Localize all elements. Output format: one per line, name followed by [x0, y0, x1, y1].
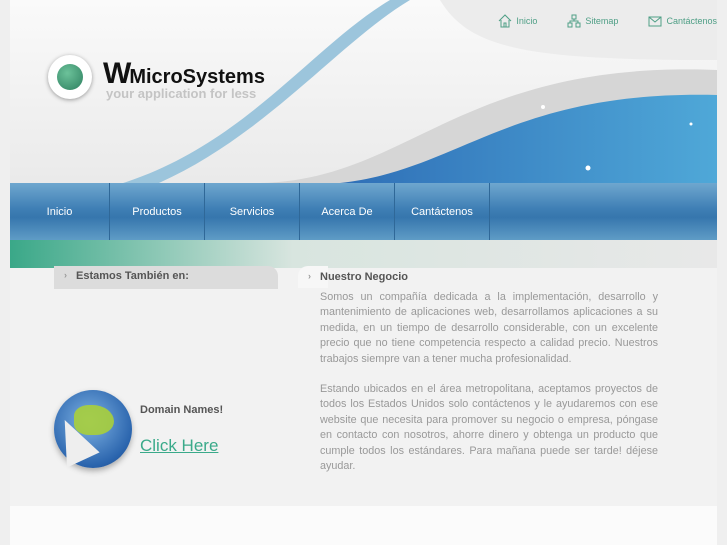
main-content: › Nuestro Negocio Somos un compañía dedic…: [298, 266, 658, 474]
nav-contactenos[interactable]: Cantáctenos: [395, 183, 490, 240]
decorative-band: [10, 240, 717, 268]
home-icon: [499, 14, 512, 28]
logo-tagline: your application for less: [106, 86, 257, 101]
footer: [10, 506, 717, 545]
chevron-right-icon: ›: [64, 270, 67, 280]
top-link-contact[interactable]: Cantáctenos: [648, 14, 717, 28]
top-links: Inicio Sitemap Cantáctenos: [498, 14, 717, 28]
top-link-label: Inicio: [516, 16, 538, 26]
logo-emblem: [48, 55, 92, 99]
mail-icon: [648, 16, 662, 27]
top-link-sitemap[interactable]: Sitemap: [567, 14, 618, 28]
main-heading: › Nuestro Negocio: [298, 266, 408, 288]
logo-text: MicroSystems: [129, 66, 265, 88]
sitemap-icon: [567, 14, 581, 28]
chevron-right-icon: ›: [308, 271, 311, 281]
domain-title: Domain Names!: [140, 404, 224, 416]
nav-inicio[interactable]: Inicio: [10, 183, 110, 240]
main-heading-text: Nuestro Negocio: [320, 271, 409, 283]
nav-acerca-de[interactable]: Acerca De: [300, 183, 395, 240]
page: Inicio Sitemap Cantáctenos WMicroSystems…: [10, 0, 717, 545]
header: Inicio Sitemap Cantáctenos WMicroSystems…: [10, 0, 717, 183]
paragraph: Somos un compañía dedicada a la implemen…: [320, 291, 658, 365]
top-link-inicio[interactable]: Inicio: [498, 14, 537, 28]
main-nav: Inicio Productos Servicios Acerca De Can…: [10, 183, 717, 240]
nav-productos[interactable]: Productos: [110, 183, 205, 240]
click-here-link[interactable]: Click Here: [140, 436, 218, 456]
top-link-label: Cantáctenos: [666, 16, 717, 26]
nav-servicios[interactable]: Servicios: [205, 183, 300, 240]
top-link-label: Sitemap: [585, 16, 619, 26]
paragraph: Estando ubicados en el área metropolitan…: [320, 383, 658, 473]
sidebar-heading-text: Estamos También en:: [76, 270, 189, 282]
sidebar-heading: › Estamos También en:: [54, 266, 278, 289]
